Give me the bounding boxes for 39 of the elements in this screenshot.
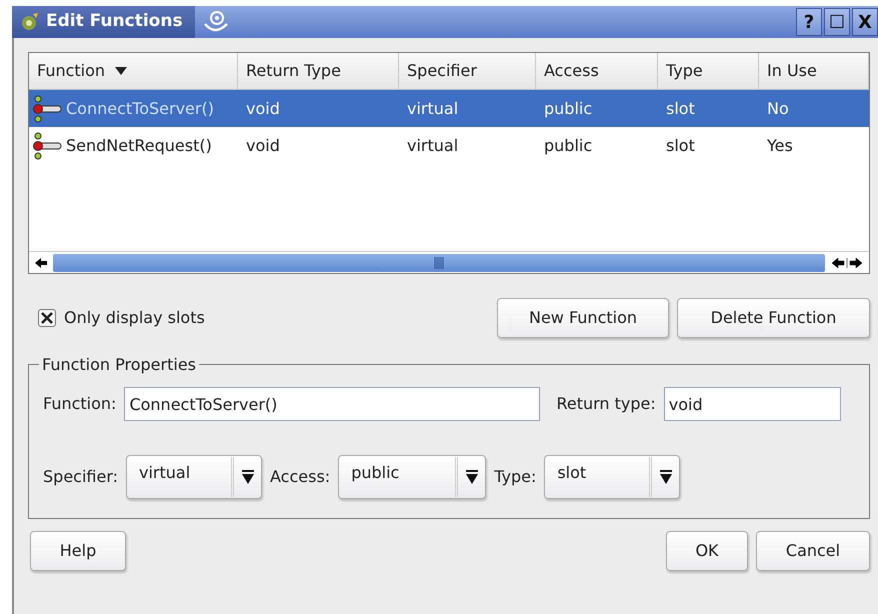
dropdown-arrow-icon [242,470,254,484]
dropdown[interactable]: public [338,455,486,499]
return-type-field[interactable]: void [664,387,841,421]
dropdown-arrow-icon [660,470,672,484]
table-row[interactable]: ConnectToServer() void virtual public slot No [29,90,869,127]
dropdown-arrow-icon [466,470,478,484]
sort-arrow-icon [115,67,128,75]
combo-label: Access: [270,466,330,488]
dropdown[interactable]: slot [544,455,680,499]
dropdown[interactable]: virtual [126,455,262,499]
left-right-arrows-icon [832,258,862,268]
slot-icon [31,130,63,160]
help-button[interactable]: ? [796,8,822,36]
checkbox-label: Only display slots [64,307,205,329]
column-header[interactable]: In Use [759,53,869,90]
slot-icon [31,94,63,124]
column-header[interactable]: Function [29,53,238,90]
delete-function-button[interactable]: Delete Function [677,298,870,338]
maximize-button[interactable]: ☐ [824,8,850,36]
column-header[interactable]: Type [658,53,759,90]
combo-label: Type: [494,466,536,488]
combo-label: Specifier: [43,466,118,488]
column-header[interactable]: Return Type [238,53,399,90]
column-header[interactable]: Access [536,53,658,90]
help-button[interactable]: Help [30,531,126,571]
ok-button[interactable]: OK [666,531,748,571]
new-function-button[interactable]: New Function [497,298,669,338]
field-label: Function: [43,393,116,415]
cancel-button[interactable]: Cancel [756,531,870,571]
app-icon [20,12,40,32]
table-row[interactable]: SendNetRequest() void virtual public slot Yes [29,127,869,164]
window-title: Edit Functions [46,10,183,34]
field-label: Return type: [556,393,656,415]
function-field[interactable]: ConnectToServer() [124,387,540,421]
close-button[interactable]: X [852,8,878,36]
column-header[interactable]: Specifier [399,53,536,90]
scrollbar-thumb[interactable] [53,254,825,272]
checkbox[interactable] [38,309,56,327]
left-arrow-icon [35,258,47,268]
